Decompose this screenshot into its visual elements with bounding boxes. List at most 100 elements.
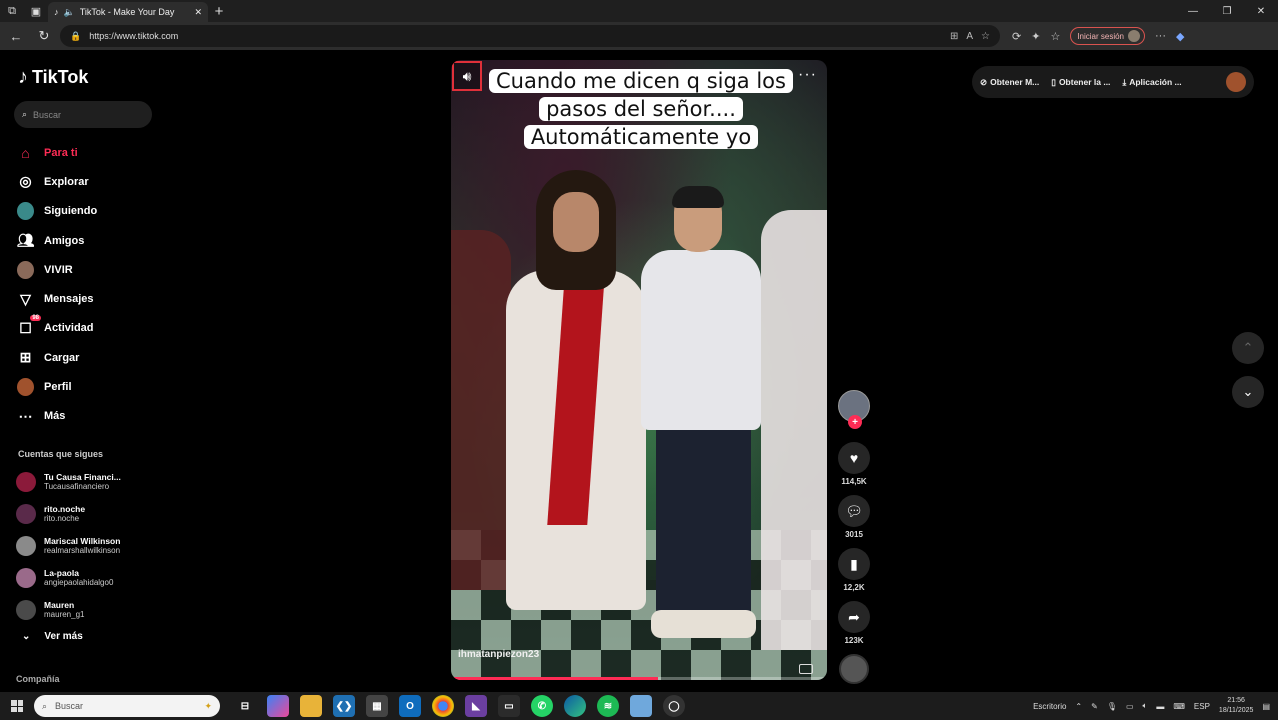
edge-icon[interactable] <box>564 695 586 717</box>
search-icon: ⌕ <box>22 109 28 119</box>
menu-item-amigos[interactable]: 👥︎ Amigos <box>17 226 167 255</box>
following-account[interactable]: Mariscal Wilkinson realmarshallwilkinson <box>16 530 166 562</box>
volume-icon[interactable]: 🔈︎ <box>1143 701 1148 711</box>
app-available-icon[interactable]: ⊞ <box>950 31 958 42</box>
chrome-icon[interactable] <box>432 695 454 717</box>
browser-tab[interactable]: ♪ 🔈 TikTok - Make Your Day ✕ <box>48 2 208 22</box>
following-account[interactable]: Tu Causa Financi... Tucausafinanciero <box>16 466 166 498</box>
terminal-icon[interactable]: ▭ <box>498 695 520 717</box>
notepad-icon[interactable] <box>630 695 652 717</box>
comment-button[interactable]: 💬︎ <box>838 495 870 527</box>
home-icon: ⌂ <box>21 144 30 161</box>
user-avatar[interactable] <box>1226 72 1246 92</box>
close-window-button[interactable]: ✕ <box>1244 6 1278 17</box>
tab-actions-icon[interactable]: ▣ <box>24 0 48 22</box>
taskbar-search-input[interactable]: ⌕ Buscar ✦ <box>34 695 220 717</box>
like-button[interactable]: ♥ <box>838 442 870 474</box>
following-account[interactable]: La-paola angiepaolahidalgo0 <box>16 562 166 594</box>
video-progress-bar[interactable] <box>451 677 827 680</box>
settings-more-icon[interactable]: ··· <box>1155 30 1166 42</box>
file-explorer-icon[interactable] <box>300 695 322 717</box>
menu-item-perfil[interactable]: Perfil <box>17 372 167 401</box>
maximize-button[interactable]: ❐ <box>1210 6 1244 17</box>
tab-title: TikTok - Make Your Day <box>79 7 175 17</box>
github-icon[interactable]: ◯ <box>663 695 685 717</box>
signin-button[interactable]: Iniciar sesión <box>1070 27 1145 45</box>
get-app-button[interactable]: ▯ Obtener la ... <box>1051 77 1110 88</box>
minimize-button[interactable]: — <box>1176 6 1210 17</box>
workspaces-icon[interactable]: ⧉ <box>0 0 24 22</box>
tiktok-logo[interactable]: ♪ TikTok <box>18 66 88 89</box>
account-avatar <box>16 504 36 524</box>
menu-label: Más <box>44 410 66 423</box>
menu-item-cargar[interactable]: ⊞ Cargar <box>17 343 167 372</box>
profile-avatar-icon <box>1128 30 1140 42</box>
menu-item-vivir[interactable]: VIVIR <box>17 255 167 284</box>
follow-plus-icon[interactable]: + <box>848 415 862 429</box>
desktop-label[interactable]: Escritorio <box>1033 702 1066 711</box>
search-input[interactable]: ⌕ Buscar <box>14 101 152 128</box>
menu-item-para-ti[interactable]: ⌂ Para ti <box>17 138 167 167</box>
reload-button[interactable]: ↻ <box>32 25 56 47</box>
account-avatar <box>16 472 36 492</box>
share-button[interactable]: ➦ <box>838 601 870 633</box>
visual-studio-icon[interactable]: ◣ <box>465 695 487 717</box>
video-more-options-icon[interactable]: ··· <box>798 66 817 84</box>
previous-video-button[interactable]: ⌃ <box>1232 332 1264 364</box>
speaker-icon: 🔊︎ <box>462 67 472 84</box>
notifications-icon[interactable]: ▤ <box>1262 702 1270 711</box>
fullscreen-icon[interactable] <box>799 664 813 674</box>
account-username: rito.noche <box>44 514 80 523</box>
read-aloud-icon[interactable]: A <box>966 31 973 42</box>
desktop-app-label: Aplicación ... <box>1129 77 1182 87</box>
network-icon[interactable]: ▭ <box>1126 702 1134 711</box>
store-icon[interactable]: ▦ <box>366 695 388 717</box>
pen-icon[interactable]: ✎ <box>1091 702 1098 711</box>
see-more-button[interactable]: ⌄ Ver más <box>22 631 83 642</box>
language-indicator[interactable]: ESP <box>1194 702 1210 711</box>
battery-icon[interactable]: ▬ <box>1156 702 1164 711</box>
video-player[interactable]: Cuando me dicen q siga los pasos del señ… <box>451 60 827 680</box>
task-view-icon[interactable]: ⊟ <box>234 695 256 717</box>
favorites-icon[interactable]: ☆ <box>1050 30 1060 43</box>
whatsapp-icon[interactable]: ✆ <box>531 695 553 717</box>
url-field[interactable]: 🔒 https://www.tiktok.com ⊞ A ☆ <box>60 25 1000 47</box>
copilot-icon[interactable]: ◆ <box>1176 30 1184 43</box>
outlook-icon[interactable]: O <box>399 695 421 717</box>
favorite-star-icon[interactable]: ☆ <box>981 31 990 42</box>
desktop-app-button[interactable]: ⤓ Aplicación ... <box>1122 77 1181 88</box>
music-disc[interactable] <box>839 654 869 684</box>
microphone-icon[interactable]: 🎙︎ <box>1107 702 1117 711</box>
feed-navigation: ⌃ ⌄ <box>1232 332 1264 408</box>
menu-item-siguiendo[interactable]: Siguiendo <box>17 197 167 226</box>
clock[interactable]: 21:56 18/11/2025 <box>1219 696 1254 716</box>
vscode-icon[interactable]: ❮❯ <box>333 695 355 717</box>
extensions-icon[interactable]: ✦ <box>1031 30 1040 43</box>
menu-item-mensajes[interactable]: ▽ Mensajes <box>17 284 167 313</box>
following-account[interactable]: Mauren mauren_g1 <box>16 594 166 626</box>
save-button[interactable]: ▮ <box>838 548 870 580</box>
next-video-button[interactable]: ⌄ <box>1232 376 1264 408</box>
site-info-icon[interactable]: 🔒 <box>70 31 81 42</box>
get-coins-button[interactable]: ⊘ Obtener M... <box>980 77 1039 88</box>
following-account[interactable]: rito.noche rito.noche <box>16 498 166 530</box>
refresh-extension-icon[interactable]: ⟳ <box>1012 30 1021 43</box>
company-link[interactable]: Compañía <box>16 674 60 684</box>
spotify-icon[interactable]: ≋ <box>597 695 619 717</box>
menu-label: VIVIR <box>44 263 73 276</box>
back-button[interactable]: ← <box>4 25 28 47</box>
keyboard-icon[interactable]: ⌨ <box>1173 702 1185 711</box>
activity-icon: ☐ 98 <box>19 314 41 336</box>
show-hidden-icons-icon[interactable]: ⌃ <box>1075 702 1082 711</box>
copilot-app-icon[interactable] <box>267 695 289 717</box>
tab-audio-icon[interactable]: 🔈 <box>64 7 75 18</box>
creator-avatar[interactable]: + <box>838 390 870 429</box>
menu-item-actividad[interactable]: ☐ 98 Actividad <box>17 314 167 343</box>
tab-close-icon[interactable]: ✕ <box>194 7 202 18</box>
start-button[interactable] <box>6 695 28 717</box>
volume-button[interactable]: 🔊︎ <box>452 61 482 91</box>
menu-item-explorar[interactable]: ◎ Explorar <box>17 167 167 196</box>
menu-item-mas[interactable]: ⋯ Más <box>17 402 167 431</box>
get-app-label: Obtener la ... <box>1058 77 1111 87</box>
new-tab-button[interactable]: + <box>208 0 230 22</box>
